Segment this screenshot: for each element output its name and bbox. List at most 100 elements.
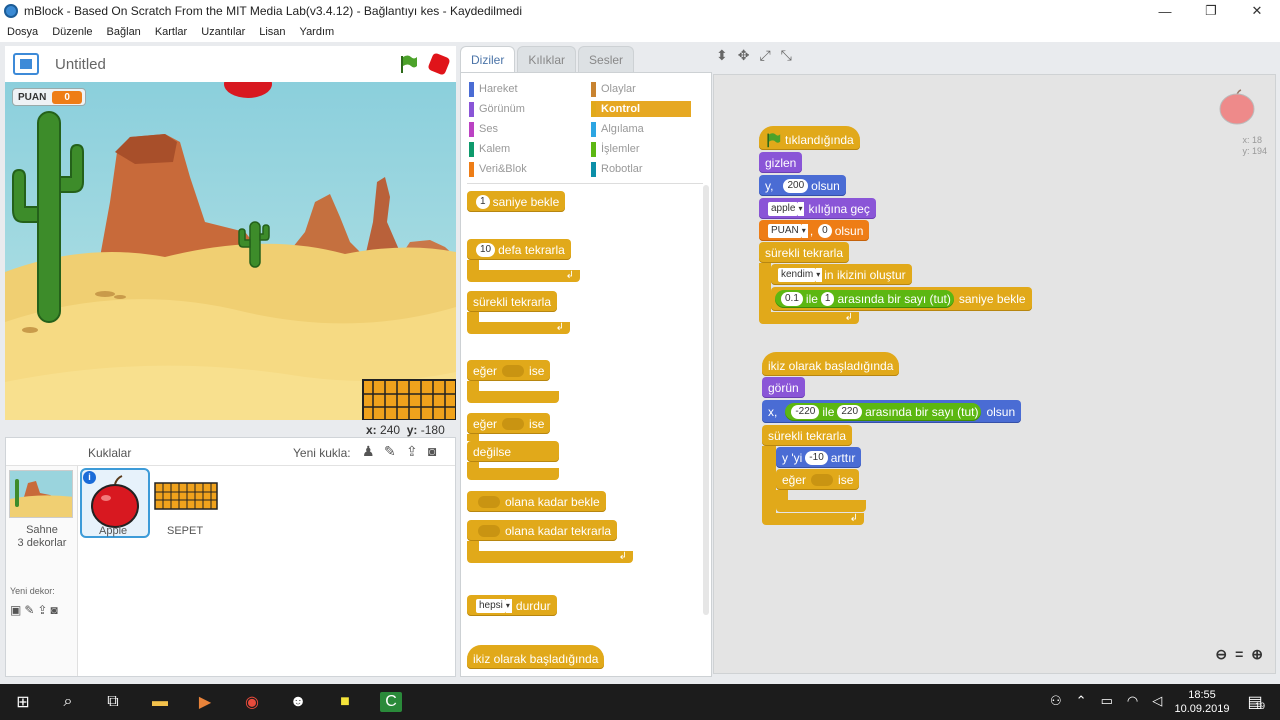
category-sensing[interactable]: Algılama [591,121,644,137]
scripts-area[interactable]: x: 18 y: 194 tıklandığında gizlen y, 200 o… [713,74,1276,674]
category-operators[interactable]: İşlemler [591,141,640,157]
paint-sprite-icon[interactable]: ✎ [384,444,400,458]
menu-edit[interactable]: Düzenle [52,26,92,38]
camera-icon[interactable]: ◙ [428,444,444,458]
tab-costumes[interactable]: Kılıklar [517,46,577,72]
project-title[interactable]: Untitled [55,56,106,73]
minimize-button[interactable]: — [1142,0,1188,22]
script-tools: ⬍ ✥ ⤢ ⤡ [716,47,792,64]
file-explorer-icon[interactable]: ▬ [149,692,171,712]
sprite-sepet-card[interactable] [154,482,218,512]
mblock-taskbar-icon[interactable]: ☻ [287,692,309,712]
category-pen[interactable]: Kalem [469,141,510,157]
category-data[interactable]: Veri&Blok [469,161,527,177]
category-sound[interactable]: Ses [469,121,498,137]
windows-start-icon[interactable]: ⊞ [12,692,34,712]
block-when-clone-starts[interactable]: ikiz olarak başladığında [467,645,605,669]
random-operator[interactable]: 0.1 ile 1 arasında bir sayı (tut) [775,290,954,308]
camtasia-icon[interactable]: C [380,692,402,712]
block-wait-until[interactable]: olana kadar bekle [467,491,606,512]
tab-scripts[interactable]: Diziler [460,46,516,72]
block-else-label: değilse [467,441,559,462]
green-flag-icon[interactable] [398,54,418,74]
grow-icon[interactable]: ⤢ [759,47,770,64]
move-icon[interactable]: ✥ [738,47,750,64]
script1-set-y[interactable]: y, 200 olsun [759,175,846,196]
script1-create-clone[interactable]: kendim ▾ in ikizini oluştur [771,264,912,285]
upload-sprite-icon[interactable]: ⇪ [406,444,422,458]
block-palette: Hareket Görünüm Ses Kalem Veri&Blok Olay… [460,72,712,677]
tray-chevron-icon[interactable]: ⌃ [1076,693,1087,709]
script1-switch-costume[interactable]: apple ▾ kılığına geç [759,198,876,219]
backdrop-camera-icon[interactable]: ◙ [50,603,57,617]
script1-when-flag-clicked[interactable]: tıklandığında [759,126,860,150]
block-repeat-until[interactable]: olana kadar tekrarla [467,520,618,541]
stage-thumbnail[interactable] [9,470,73,518]
fullscreen-icon[interactable] [13,53,39,75]
palette-scrollbar[interactable] [703,185,709,615]
stop-icon[interactable] [427,52,451,76]
stage-header: Untitled [5,46,456,82]
script1-hide[interactable]: gizlen [759,152,803,173]
clock[interactable]: 18:55 10.09.2019 [1170,688,1234,716]
menu-boards[interactable]: Kartlar [155,26,187,38]
window-title: mBlock - Based On Scratch From the MIT M… [24,4,522,18]
zoom-in-icon[interactable]: ⊕ [1251,646,1263,663]
media-app-icon[interactable]: ▶ [194,692,216,712]
script1-wait-random[interactable]: 0.1 ile 1 arasında bir sayı (tut) saniye be… [771,287,1032,311]
script2-show[interactable]: görün [762,377,805,398]
script2-forever[interactable]: sürekli tekrarla [762,425,853,446]
block-repeat[interactable]: 10 defa tekrarla [467,239,571,260]
category-looks[interactable]: Görünüm [469,101,525,117]
windows-taskbar: ⊞ ⌕ ⧉ ▬ ▶ ◉ ☻ ■ C ⚇ ⌃ ▭ ◠ ◁ 18:55 10.09.… [0,684,1280,720]
choose-sprite-icon[interactable]: ♟ [362,444,378,458]
script2-change-y[interactable]: y 'yi -10 arttır [776,447,862,468]
menu-extensions[interactable]: Uzantılar [201,26,245,38]
backdrop-upload-icon[interactable]: ⇪ [37,603,47,617]
block-forever[interactable]: sürekli tekrarla [467,291,558,312]
chrome-icon[interactable]: ◉ [241,692,263,712]
script2-when-clone-starts[interactable]: ikiz olarak başladığında [762,352,900,376]
info-icon[interactable]: i [83,471,96,484]
block-if-else[interactable]: eğer ise [467,413,551,434]
script1-forever[interactable]: sürekli tekrarla [759,242,850,263]
basket-sprite[interactable] [362,379,456,420]
category-robots[interactable]: Robotlar [591,161,643,177]
task-view-icon[interactable]: ⧉ [102,692,124,712]
sticky-notes-icon[interactable]: ■ [334,692,356,712]
menu-file[interactable]: Dosya [7,26,38,38]
category-events[interactable]: Olaylar [591,81,636,97]
score-variable-monitor[interactable]: PUAN 0 [12,88,86,106]
zoom-reset-icon[interactable]: = [1235,646,1243,663]
block-if[interactable]: eğer ise [467,360,551,381]
script1-set-variable[interactable]: PUAN ▾, 0 olsun [759,220,870,241]
search-icon[interactable]: ⌕ [57,692,79,712]
wifi-icon[interactable]: ◠ [1127,693,1138,709]
shrink-icon[interactable]: ⤡ [781,47,792,64]
title-bar: mBlock - Based On Scratch From the MIT M… [0,0,1280,22]
block-stop[interactable]: hepsi ▾ durdur [467,595,557,616]
close-button[interactable]: ✕ [1234,0,1280,22]
people-icon[interactable]: ⚇ [1050,693,1062,709]
random-operator[interactable]: -220 ile 220 arasında bir sayı (tut) [785,402,982,421]
sprite-apple-label: Apple [99,525,128,537]
menu-help[interactable]: Yardım [300,26,335,38]
tab-sounds[interactable]: Sesler [578,46,635,72]
script2-if[interactable]: eğer ise [776,469,860,490]
volume-icon[interactable]: ◁ [1152,693,1162,709]
mouse-coords: x: 240 y: -180 [366,423,445,437]
backdrop-paint-icon[interactable]: ✎ [24,603,34,617]
block-wait[interactable]: 1 saniye bekle [467,191,566,212]
stage-canvas[interactable]: PUAN 0 [5,82,456,420]
menu-language[interactable]: Lisan [259,26,285,38]
battery-icon[interactable]: ▭ [1101,693,1113,709]
desert-backdrop [5,82,456,420]
maximize-button[interactable]: ❐ [1188,0,1234,22]
menu-connect[interactable]: Bağlan [107,26,141,38]
backdrop-library-icon[interactable]: ▣ [10,603,21,617]
zoom-out-icon[interactable]: ⊖ [1215,646,1227,663]
category-motion[interactable]: Hareket [469,81,518,97]
script2-set-x[interactable]: x, -220 ile 220 arasında bir sayı (tut) ols… [762,400,1022,423]
category-control[interactable]: Kontrol [591,101,691,117]
duplicate-icon[interactable]: ⬍ [716,47,728,64]
